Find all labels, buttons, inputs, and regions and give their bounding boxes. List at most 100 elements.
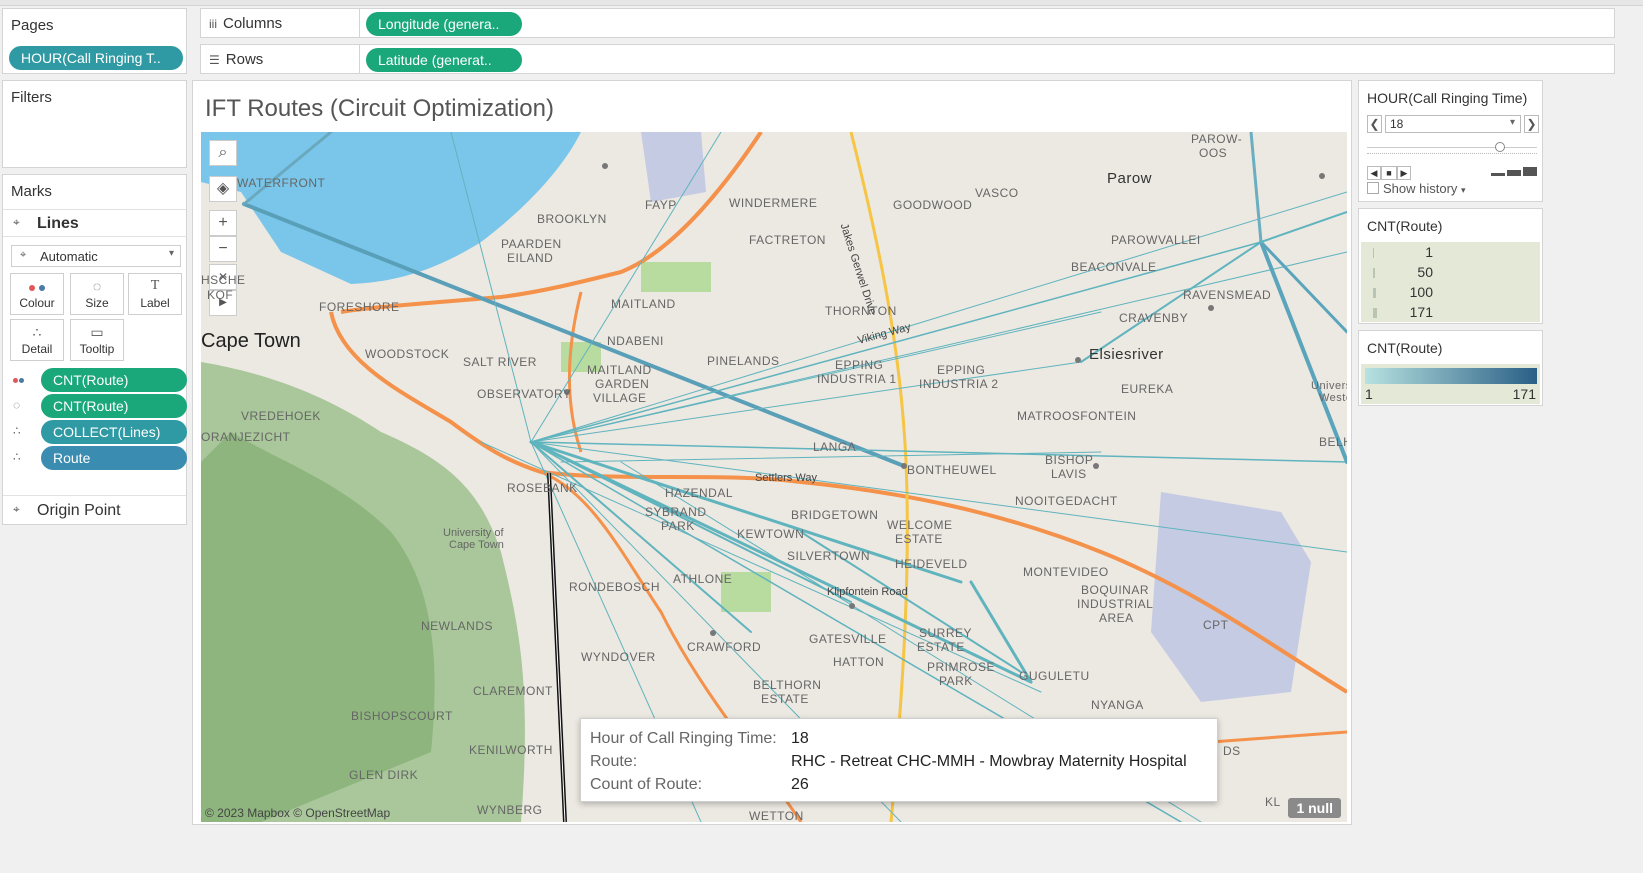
- color-legend-title: CNT(Route): [1367, 340, 1443, 356]
- speed-controls: [1491, 163, 1537, 179]
- detail-icon: ∴: [32, 324, 42, 340]
- origin-point[interactable]: [1093, 463, 1099, 469]
- filters-card[interactable]: Filters: [2, 80, 187, 168]
- detail-icon: ∴: [13, 450, 21, 464]
- place-label: HSCHE: [201, 273, 246, 287]
- rows-pill[interactable]: Latitude (generat..: [366, 48, 522, 72]
- origin-point[interactable]: [710, 630, 716, 636]
- field-pill-size[interactable]: CNT(Route): [41, 394, 187, 418]
- field-pill-route[interactable]: Route: [41, 446, 187, 470]
- viz-title: IFT Routes (Circuit Optimization): [205, 95, 554, 122]
- page-select[interactable]: 18 ▾: [1385, 115, 1521, 133]
- shelf-divider: [359, 45, 360, 73]
- mark-type-dropdown[interactable]: ⌖ Automatic ▾: [11, 245, 181, 267]
- columns-shelf[interactable]: iii Columns Longitude (genera..: [200, 8, 1615, 38]
- tooltip-icon: ▭: [90, 324, 104, 340]
- size-legend-title: CNT(Route): [1367, 218, 1443, 234]
- mark-type-value: Automatic: [40, 249, 98, 264]
- place-label: VREDEHOEK: [241, 409, 321, 423]
- slider-handle[interactable]: [1495, 142, 1505, 152]
- map-attribution[interactable]: © 2023 Mapbox © OpenStreetMap: [205, 806, 390, 820]
- page-control-card: HOUR(Call Ringing Time) ❮ 18 ▾ ❯ ◀ ■ ▶ Sho…: [1358, 80, 1543, 202]
- detail-label: Detail: [21, 342, 53, 356]
- place-label: Cape Town: [449, 539, 504, 551]
- rows-shelf[interactable]: ☰ Rows Latitude (generat..: [200, 44, 1615, 74]
- speed-fast-icon[interactable]: [1523, 164, 1537, 176]
- show-history-checkbox[interactable]: [1367, 182, 1379, 194]
- detail-button[interactable]: ∴ Detail: [10, 319, 64, 361]
- map-tooltip: Hour of Call Ringing Time: 18 Route: RHC…: [580, 718, 1218, 802]
- speed-medium-icon[interactable]: [1507, 164, 1521, 176]
- filters-label: Filters: [11, 89, 52, 106]
- origin-point[interactable]: [1319, 173, 1325, 179]
- tooltip-button[interactable]: ▭ Tooltip: [70, 319, 124, 361]
- place-label: BELTHORN: [753, 678, 822, 692]
- chevron-down-icon: ▾: [1461, 185, 1466, 195]
- origin-point[interactable]: [1075, 357, 1081, 363]
- place-label: ESTATE: [895, 532, 943, 546]
- search-icon[interactable]: ⌕: [209, 140, 237, 166]
- speed-slow-icon[interactable]: [1491, 164, 1505, 176]
- layers-icon[interactable]: ◈: [209, 176, 237, 202]
- place-label: BOQUINAR: [1081, 583, 1150, 597]
- place-label: PAROW-: [1191, 132, 1243, 146]
- place-label: GATESVILLE: [809, 632, 887, 646]
- place-label: CLAREMONT: [473, 684, 553, 698]
- next-page-button[interactable]: ❯: [1524, 115, 1539, 133]
- place-label: PARK: [661, 519, 695, 533]
- null-indicator[interactable]: 1 null: [1288, 798, 1341, 818]
- size-legend-value: 1: [1425, 244, 1433, 260]
- page-slider[interactable]: [1367, 142, 1537, 152]
- marks-label: Marks: [11, 183, 52, 200]
- origin-point[interactable]: [849, 603, 855, 609]
- field-pill-colour[interactable]: CNT(Route): [41, 368, 187, 392]
- size-legend-value: 100: [1409, 284, 1433, 300]
- layer-lines[interactable]: ⌖ Lines: [3, 209, 186, 237]
- place-label: WINDERMERE: [729, 196, 818, 210]
- stop-icon[interactable]: ■: [1381, 166, 1397, 180]
- label-label: Label: [140, 296, 170, 310]
- top-strip: [0, 0, 1643, 6]
- place-label: RONDEBOSCH: [569, 580, 661, 594]
- place-label: Klipfontein Road: [827, 586, 908, 598]
- place-label: GLEN DIRK: [349, 768, 419, 782]
- field-pill-lines[interactable]: COLLECT(Lines): [41, 420, 187, 444]
- zoom-out-icon[interactable]: −: [209, 236, 237, 262]
- place-label: EPPING: [937, 363, 986, 377]
- layer-lines-label: Lines: [37, 215, 79, 232]
- place-label: GARDEN: [595, 377, 650, 391]
- place-label: ROSEBANK: [507, 481, 578, 495]
- layer-origin-label: Origin Point: [37, 502, 121, 519]
- pages-pill[interactable]: HOUR(Call Ringing T..: [9, 46, 183, 70]
- place-label: SILVERTOWN: [787, 549, 871, 563]
- origin-point[interactable]: [1208, 305, 1214, 311]
- step-back-icon[interactable]: ◀: [1367, 166, 1381, 180]
- origin-point[interactable]: [602, 163, 608, 169]
- pages-card: Pages HOUR(Call Ringing T..: [2, 8, 187, 74]
- place-label: MAITLAND: [587, 363, 652, 377]
- columns-label: iii Columns: [209, 15, 283, 32]
- place-label: Cape Town: [201, 330, 301, 352]
- place-label: NDABENI: [607, 334, 664, 348]
- size-legend-value: 50: [1417, 264, 1433, 280]
- place-label: MONTEVIDEO: [1023, 565, 1109, 579]
- tooltip-key: Hour of Call Ringing Time:: [590, 730, 777, 747]
- color-legend-card: CNT(Route) 1 171: [1358, 330, 1543, 406]
- step-forward-icon[interactable]: ▶: [1397, 166, 1411, 180]
- place-label: Western: [1319, 392, 1347, 404]
- size-button[interactable]: ◌ Size: [70, 273, 124, 315]
- zoom-in-icon[interactable]: +: [209, 210, 237, 236]
- mark-type-icon: ⌖: [20, 249, 27, 261]
- place-label: BRIDGETOWN: [791, 508, 879, 522]
- tooltip-value: 18: [791, 730, 809, 747]
- columns-pill[interactable]: Longitude (genera..: [366, 12, 522, 36]
- show-history-label[interactable]: Show history ▾: [1383, 181, 1466, 196]
- place-label: PAROWVALLEI: [1111, 233, 1201, 247]
- place-label: KENILWORTH: [469, 743, 553, 757]
- colour-button[interactable]: Colour: [10, 273, 64, 315]
- layer-origin-point[interactable]: ⌖ Origin Point: [3, 495, 186, 524]
- place-label: MATROOSFONTEIN: [1017, 409, 1137, 423]
- map-layer-icon: ⌖: [13, 502, 20, 516]
- prev-page-button[interactable]: ❮: [1367, 115, 1382, 133]
- label-button[interactable]: T Label: [128, 273, 182, 315]
